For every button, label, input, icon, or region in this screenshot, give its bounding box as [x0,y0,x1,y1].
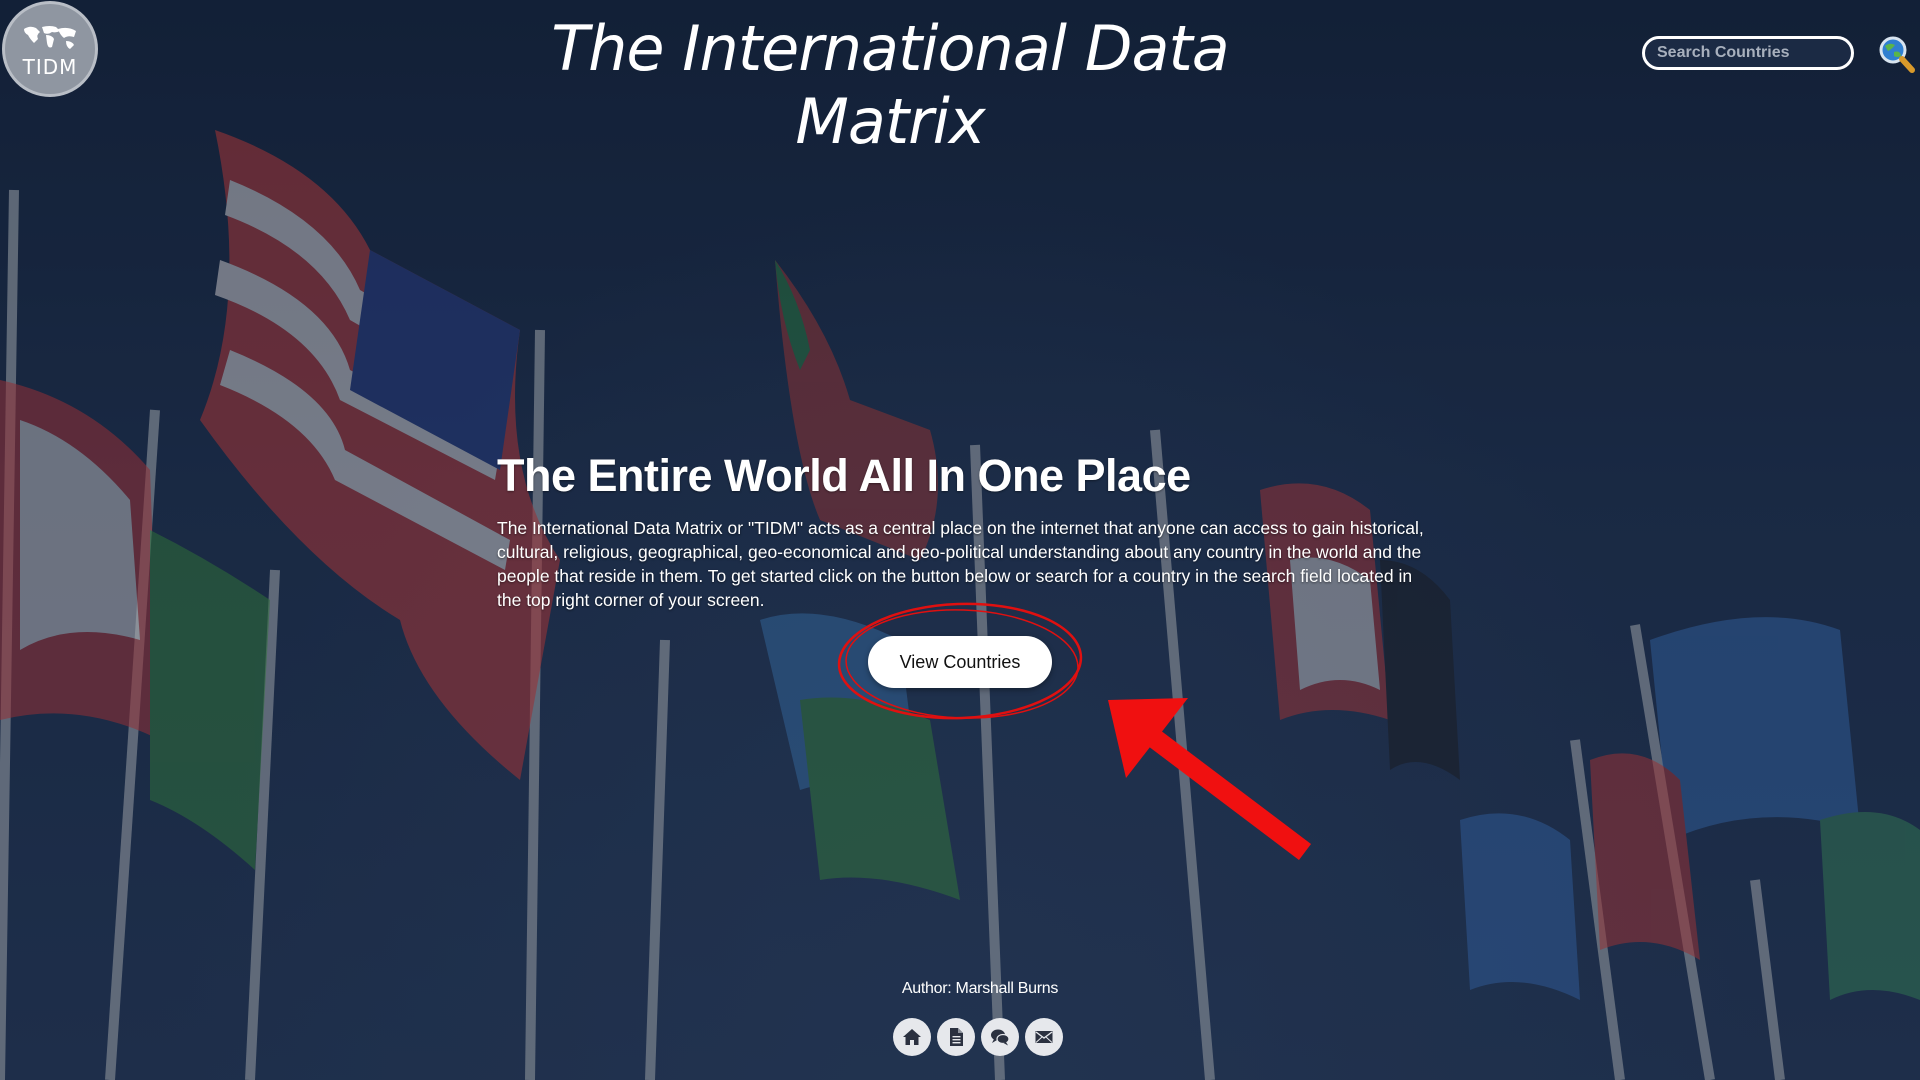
hero-section: The Entire World All In One Place The In… [497,450,1427,612]
site-title: The International Data Matrix [551,12,1230,158]
magnifier-globe-icon [1879,36,1915,73]
chat-icon [991,1029,1010,1046]
mail-button[interactable] [1025,1018,1063,1056]
site-logo[interactable]: TIDM [2,1,98,97]
home-icon [903,1029,921,1045]
search-button[interactable] [1876,34,1916,74]
mail-icon [1035,1031,1053,1043]
search-input[interactable] [1642,36,1854,70]
footer-links [893,1018,1063,1056]
author-credit: Author: Marshall Burns [901,980,1059,997]
hero-description: The International Data Matrix or "TIDM" … [497,518,1424,610]
world-map-icon [24,26,76,49]
logo-text: TIDM [22,55,78,79]
view-countries-button[interactable]: View Countries [868,636,1052,688]
document-icon [950,1028,963,1046]
document-button[interactable] [937,1018,975,1056]
page: TIDM The International Data Matrix The E… [0,0,1920,1080]
home-button[interactable] [893,1018,931,1056]
chat-button[interactable] [981,1018,1019,1056]
hero-title: The Entire World All In One Place [497,450,1191,501]
